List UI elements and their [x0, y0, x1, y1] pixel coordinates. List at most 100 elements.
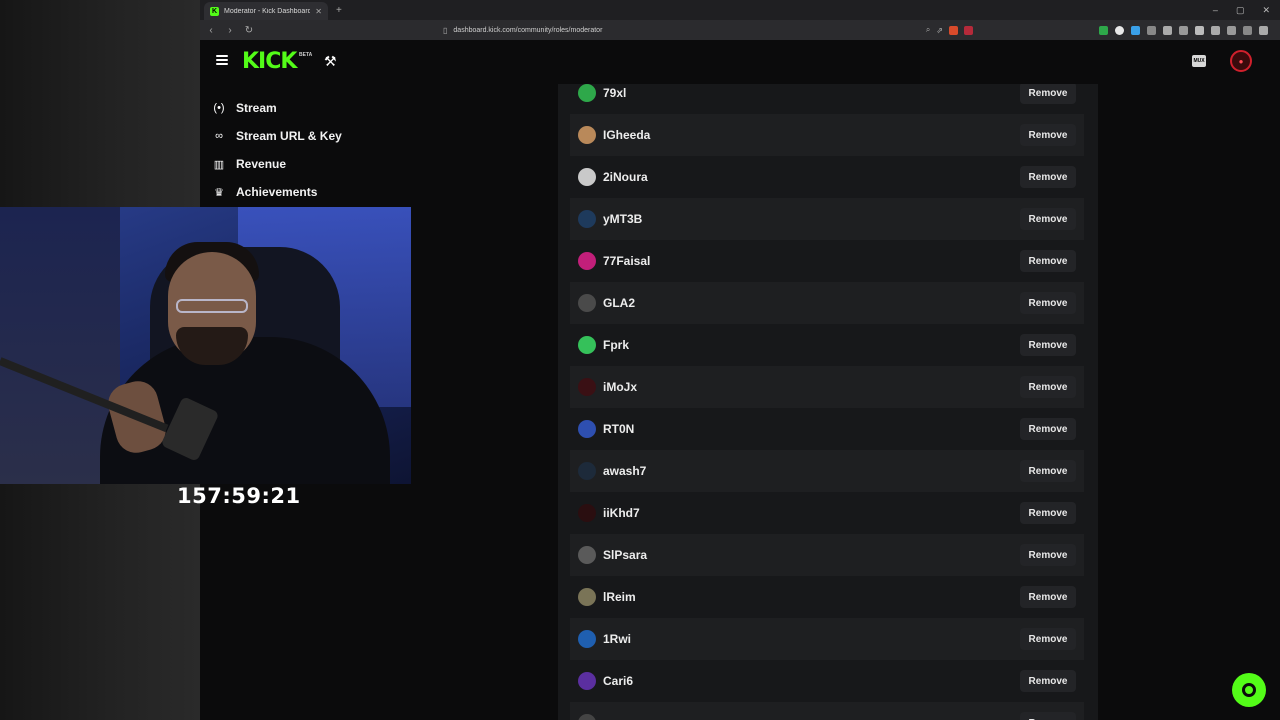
remove-moderator-button[interactable]: Remove [1020, 628, 1076, 650]
tab-bar: K Moderator - Kick Dashboard ✕ + – ▢ ✕ [200, 0, 1280, 20]
kick-favicon-icon: K [210, 6, 219, 16]
moderator-row: GLA2 Remove [570, 282, 1084, 324]
menu-icon[interactable] [1259, 25, 1268, 35]
extension-icon[interactable] [1147, 25, 1156, 35]
sidebar-item-stream[interactable]: (•) Stream [200, 94, 410, 122]
remove-moderator-button[interactable]: Remove [1020, 670, 1076, 692]
remove-moderator-button[interactable]: Remove [1020, 208, 1076, 230]
puzzle-icon[interactable] [1163, 25, 1172, 35]
sidebar-item-revenue[interactable]: ▥ Revenue [200, 150, 410, 178]
rewards-icon[interactable] [964, 25, 973, 35]
moderator-row: 77Faisal Remove [570, 240, 1084, 282]
user-avatar[interactable]: ● [1230, 50, 1252, 72]
remove-moderator-button[interactable]: Remove [1020, 586, 1076, 608]
moderator-name: IGheeda [603, 128, 651, 142]
moderator-avatar [578, 672, 596, 690]
moderator-row: 79xl Remove [570, 84, 1084, 114]
close-window-icon[interactable]: ✕ [1262, 5, 1270, 16]
moderator-name: iiKhd7 [603, 506, 640, 520]
reload-icon[interactable]: ↻ [244, 25, 254, 36]
moderator-avatar [578, 210, 596, 228]
hamburger-menu-icon[interactable] [216, 55, 228, 65]
help-chat-button[interactable] [1232, 673, 1266, 707]
moderator-row: awash7 Remove [570, 450, 1084, 492]
moderator-avatar [578, 504, 596, 522]
mux-icon[interactable]: MUX [1192, 55, 1206, 67]
extension-icon[interactable] [1179, 25, 1188, 35]
moderator-row: iMoJx Remove [570, 366, 1084, 408]
share-icon[interactable]: ⇗ [936, 26, 943, 35]
extension-icon[interactable] [1115, 25, 1124, 35]
brave-shield-icon[interactable] [949, 25, 958, 35]
moderator-avatar [578, 336, 596, 354]
extension-icon[interactable] [1227, 25, 1236, 35]
moderator-list: 79xl Remove IGheeda Remove 2iNoura Remove yMT3… [570, 84, 1084, 720]
moderator-name: RT0N [603, 422, 635, 436]
browser-tab[interactable]: K Moderator - Kick Dashboard ✕ [204, 2, 328, 20]
moderator-avatar [578, 630, 596, 648]
sidebar: (•) Stream ∞ Stream URL & Key ▥ Revenue … [200, 94, 410, 206]
help-icon [1242, 683, 1256, 697]
remove-moderator-button[interactable]: Remove [1020, 544, 1076, 566]
sidebar-item-stream-url-key[interactable]: ∞ Stream URL & Key [200, 122, 410, 150]
vpn-icon[interactable] [1243, 25, 1252, 35]
remove-moderator-button[interactable]: Remove [1020, 712, 1076, 720]
url-text: dashboard.kick.com/community/roles/moder… [453, 26, 603, 34]
moderator-name: iMoJx [603, 380, 638, 394]
moderator-avatar [578, 462, 596, 480]
chart-icon: ▥ [213, 158, 225, 171]
moderator-row: yMT3B Remove [570, 198, 1084, 240]
zoom-icon[interactable]: ⌕ [926, 25, 930, 35]
remove-moderator-button[interactable]: Remove [1020, 376, 1076, 398]
sidebar-item-achievements[interactable]: ♛ Achievements [200, 178, 410, 206]
forward-icon[interactable]: › [225, 25, 235, 36]
remove-moderator-button[interactable]: Remove [1020, 124, 1076, 146]
broadcast-icon: (•) [213, 102, 225, 114]
moderator-avatar [578, 126, 596, 144]
remove-moderator-button[interactable]: Remove [1020, 460, 1076, 482]
url-field[interactable]: ▯ dashboard.kick.com/community/roles/mod… [443, 23, 973, 37]
sidebar-item-label: Stream URL & Key [236, 129, 342, 143]
moderator-name: yMT3B [603, 212, 643, 226]
sidebar-item-label: Revenue [236, 157, 287, 171]
header-actions: MUX ● [1192, 50, 1252, 72]
moderator-avatar [578, 168, 596, 186]
close-tab-icon[interactable]: ✕ [315, 7, 322, 16]
sidebar-icon[interactable] [1195, 25, 1204, 35]
webcam-person-glasses [176, 299, 248, 313]
tab-title: Moderator - Kick Dashboard [224, 7, 311, 15]
extension-icon[interactable] [1131, 25, 1140, 35]
remove-moderator-button[interactable]: Remove [1020, 166, 1076, 188]
remove-moderator-button[interactable]: Remove [1020, 418, 1076, 440]
moderator-avatar [578, 714, 596, 720]
remove-moderator-button[interactable]: Remove [1020, 502, 1076, 524]
bookmark-icon[interactable]: ▯ [443, 26, 447, 35]
moderator-name: 77Faisal [603, 254, 651, 268]
stream-timer: 157:59:21 [177, 484, 301, 508]
moderator-row: RT0N Remove [570, 408, 1084, 450]
remove-moderator-button[interactable]: Remove [1020, 84, 1076, 104]
extension-icon[interactable] [1099, 25, 1108, 35]
back-icon[interactable]: ‹ [206, 25, 216, 36]
remove-moderator-button[interactable]: Remove [1020, 292, 1076, 314]
moderator-avatar [578, 378, 596, 396]
moderator-row: Cari6 Remove [570, 660, 1084, 702]
moderator-name: 79xl [603, 86, 627, 100]
wallet-icon[interactable] [1211, 25, 1220, 35]
moderator-avatar [578, 84, 596, 102]
hammer-icon[interactable]: ⚒ [324, 53, 337, 70]
moderator-row: SlPsara Remove [570, 534, 1084, 576]
moderator-name: GLA2 [603, 296, 636, 310]
moderator-name: lReim [603, 590, 636, 604]
moderator-row: Remove [570, 702, 1084, 720]
remove-moderator-button[interactable]: Remove [1020, 250, 1076, 272]
minimize-icon[interactable]: – [1213, 5, 1218, 16]
moderator-row: IGheeda Remove [570, 114, 1084, 156]
remove-moderator-button[interactable]: Remove [1020, 334, 1076, 356]
kick-logo[interactable]: KICK [242, 49, 297, 74]
moderator-name: Fprk [603, 338, 630, 352]
maximize-icon[interactable]: ▢ [1236, 5, 1245, 16]
new-tab-icon[interactable]: + [336, 5, 342, 16]
sidebar-item-label: Achievements [236, 185, 318, 199]
moderator-row: iiKhd7 Remove [570, 492, 1084, 534]
